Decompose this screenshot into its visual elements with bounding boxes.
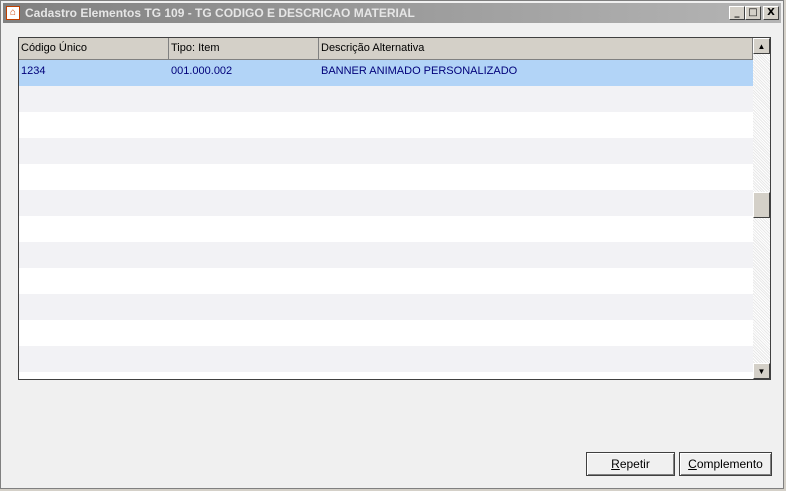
window-title: Cadastro Elementos TG 109 - TG CODIGO E … xyxy=(25,6,415,20)
vertical-scrollbar[interactable]: ▲ ▼ xyxy=(753,38,770,379)
repetir-label: Repetir xyxy=(611,457,650,471)
scroll-thumb[interactable] xyxy=(753,192,770,218)
maximize-icon: □ xyxy=(748,7,758,18)
cell-tipo[interactable]: 001.000.002 xyxy=(169,60,319,86)
table-row-empty[interactable] xyxy=(19,216,753,242)
column-header-tipo[interactable]: Tipo: Item xyxy=(169,38,319,59)
window-controls: _ □ X xyxy=(729,6,779,20)
column-header-codigo[interactable]: Código Único xyxy=(19,38,169,59)
complemento-label: Complemento xyxy=(688,457,763,471)
arrow-down-icon: ▼ xyxy=(757,366,766,376)
grid-rows: 1234 001.000.002 BANNER ANIMADO PERSONAL… xyxy=(19,60,753,372)
table-row-empty[interactable] xyxy=(19,346,753,372)
repetir-button[interactable]: Repetir xyxy=(586,452,675,476)
table-row-empty[interactable] xyxy=(19,86,753,112)
table-row-empty[interactable] xyxy=(19,164,753,190)
maximize-button[interactable]: □ xyxy=(745,6,761,20)
scroll-up-button[interactable]: ▲ xyxy=(753,38,770,54)
table-row-empty[interactable] xyxy=(19,242,753,268)
column-header-descricao[interactable]: Descrição Alternativa xyxy=(319,38,753,59)
title-bar[interactable]: ⌂ Cadastro Elementos TG 109 - TG CODIGO … xyxy=(3,3,781,23)
table-row-empty[interactable] xyxy=(19,190,753,216)
main-window: ⌂ Cadastro Elementos TG 109 - TG CODIGO … xyxy=(0,0,784,489)
table-row-empty[interactable] xyxy=(19,320,753,346)
data-grid[interactable]: Código Único Tipo: Item Descrição Altern… xyxy=(18,37,771,380)
cell-descricao[interactable]: BANNER ANIMADO PERSONALIZADO xyxy=(319,60,753,86)
table-row-empty[interactable] xyxy=(19,138,753,164)
arrow-up-icon: ▲ xyxy=(757,41,766,51)
close-button[interactable]: X xyxy=(763,6,779,20)
table-row-empty[interactable] xyxy=(19,268,753,294)
grid-header: Código Único Tipo: Item Descrição Altern… xyxy=(19,38,753,60)
close-icon: X xyxy=(767,7,775,18)
table-row[interactable]: 1234 001.000.002 BANNER ANIMADO PERSONAL… xyxy=(19,60,753,86)
complemento-button[interactable]: Complemento xyxy=(679,452,772,476)
cell-codigo[interactable]: 1234 xyxy=(19,60,169,86)
minimize-icon: _ xyxy=(734,7,740,18)
scroll-down-button[interactable]: ▼ xyxy=(753,363,770,379)
app-house-icon[interactable]: ⌂ xyxy=(6,6,20,20)
table-row-empty[interactable] xyxy=(19,112,753,138)
minimize-button[interactable]: _ xyxy=(729,6,745,20)
table-row-empty[interactable] xyxy=(19,294,753,320)
